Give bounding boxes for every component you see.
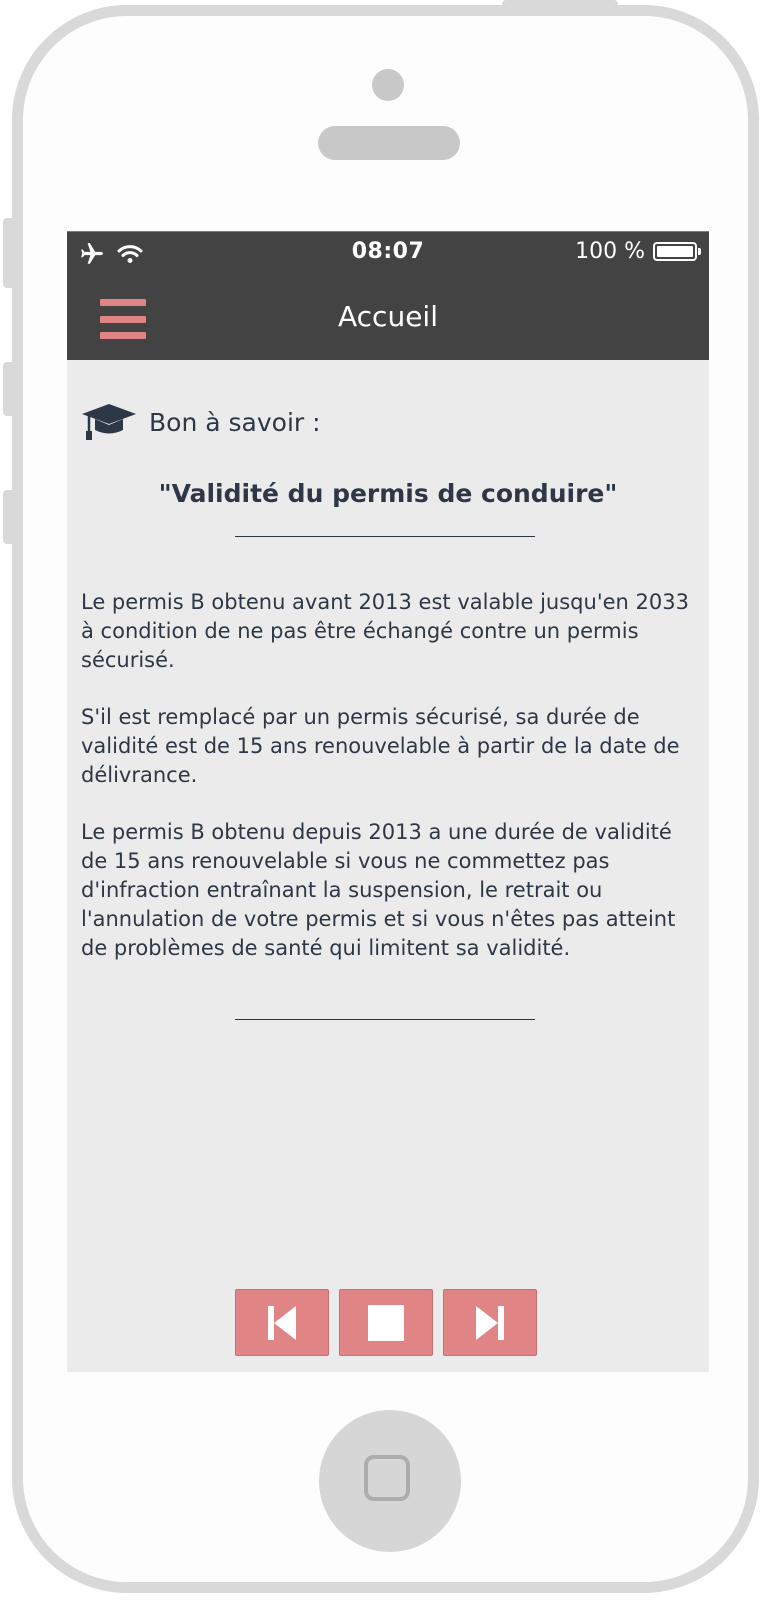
skip-next-icon [476,1305,504,1340]
battery-percentage: 100 % [575,239,645,264]
article-paragraph: S'il est remplacé par un permis sécurisé… [81,705,680,787]
front-camera [372,69,404,101]
skip-previous-icon [268,1305,296,1340]
app-header: Accueil [67,274,709,360]
stop-button[interactable] [339,1289,433,1356]
article-title: "Validité du permis de conduire" [158,479,618,508]
mute-switch [3,218,13,288]
status-bar: 08:07 100 % [67,231,709,274]
earpiece-speaker [318,126,460,160]
power-button [502,0,618,6]
previous-button[interactable] [235,1289,329,1356]
tip-label: Bon à savoir : [149,407,321,437]
article-paragraph: Le permis B obtenu avant 2013 est valabl… [81,590,689,672]
battery-icon [653,242,701,261]
app-screen: 08:07 100 % Accueil Bon à savoir : "Vali… [67,231,709,1372]
graduation-cap-icon [82,404,136,440]
volume-up-button [3,362,13,416]
home-button[interactable] [319,1410,461,1552]
stop-icon [368,1304,404,1341]
tip-header: Bon à savoir : [81,402,321,442]
home-square-icon [364,1455,410,1501]
header-title: Accueil [338,300,438,333]
article-paragraph: Le permis B obtenu depuis 2013 a une dur… [81,820,676,960]
volume-down-button [3,490,13,544]
status-icons-right: 100 % [575,239,701,264]
bottom-divider [235,1019,535,1020]
next-button[interactable] [443,1289,537,1356]
title-divider [235,536,535,537]
playback-controls [235,1289,537,1356]
article-body: Le permis B obtenu avant 2013 est valabl… [81,588,701,991]
